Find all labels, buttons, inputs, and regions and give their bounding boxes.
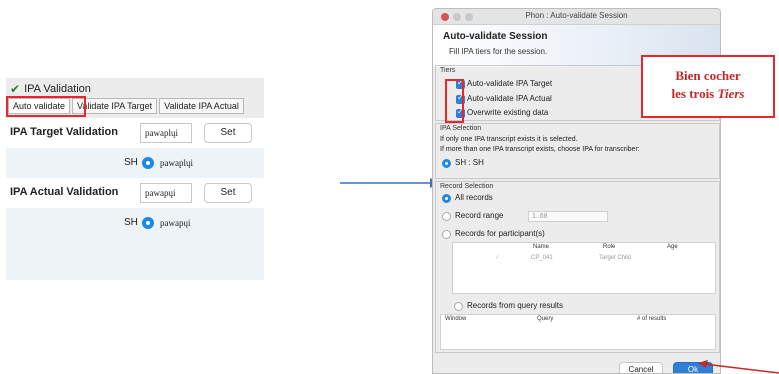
ipa-selection-line1: If only one IPA transcript exists it is …: [440, 136, 578, 143]
tiers-checkbox-highlight: [445, 79, 464, 123]
ok-pointer-arrow-icon: [698, 360, 779, 374]
ipa-selection-line2: If more than one IPA transcript exists, …: [440, 146, 640, 153]
transcriber-label: SH : SH: [455, 158, 484, 167]
participant-row-role: Target Child: [599, 255, 632, 261]
ipa-target-choice: pawaplųi: [160, 158, 193, 168]
record-selection-section: Record Selection All records Record rang…: [435, 181, 720, 353]
participants-col-role: Role: [603, 244, 616, 250]
query-results-radio[interactable]: [454, 302, 463, 311]
query-col-results: # of results: [637, 316, 667, 322]
dialog-titlebar: Phon : Auto-validate Session: [433, 9, 720, 25]
dialog-title: Auto-validate Session: [443, 31, 548, 42]
ipa-actual-field[interactable]: pawapųi: [140, 183, 192, 203]
ipa-validation-header[interactable]: ✔ IPA Validation: [10, 81, 91, 97]
ipa-target-field[interactable]: pawaplųi: [140, 123, 192, 143]
ipa-validation-panel: ✔ IPA Validation Auto validate Validate …: [6, 78, 264, 280]
participant-row-check-icon[interactable]: ✓: [495, 254, 500, 261]
record-range-label: Record range: [455, 211, 504, 220]
ipa-actual-label: IPA Actual Validation: [10, 186, 119, 198]
dialog-subtitle: Fill IPA tiers for the session.: [449, 47, 548, 56]
ipa-validation-title: IPA Validation: [24, 83, 91, 95]
ipa-actual-row: IPA Actual Validation pawapųi Set: [6, 178, 264, 208]
record-selection-heading: Record Selection: [440, 183, 494, 190]
note-line1: Bien cocher: [675, 68, 741, 83]
ipa-target-label: IPA Target Validation: [10, 126, 118, 138]
flow-arrow-icon: [340, 178, 440, 188]
note-line2: les trois Tiers: [643, 85, 773, 103]
ipa-actual-choice-row: SH pawapųi: [6, 208, 264, 238]
auto-validate-target-label: Auto-validate IPA Target: [467, 79, 553, 88]
window-title: Phon : Auto-validate Session: [525, 11, 628, 20]
ipa-target-speaker: SH: [124, 157, 138, 168]
participants-table: Name Role Age ✓ CP_041 Target Child: [452, 242, 716, 294]
auto-validate-highlight: [6, 96, 86, 117]
ipa-actual-radio[interactable]: [142, 217, 154, 229]
all-records-radio[interactable]: [442, 194, 451, 203]
cancel-button[interactable]: Cancel: [619, 362, 663, 373]
ipa-selection-section: IPA Selection If only one IPA transcript…: [435, 123, 720, 179]
note-line2-text: les trois: [671, 86, 715, 101]
query-results-table: Window Query # of results: [440, 314, 716, 350]
ipa-target-radio[interactable]: [142, 157, 154, 169]
transcriber-radio[interactable]: [442, 159, 451, 168]
record-range-radio[interactable]: [442, 212, 451, 221]
participants-radio[interactable]: [442, 230, 451, 239]
participant-row-name: CP_041: [531, 255, 553, 261]
participants-col-age: Age: [667, 244, 678, 250]
record-range-input[interactable]: 1..68: [528, 211, 608, 222]
checkmark-icon: ✔: [10, 82, 21, 96]
participants-label: Records for participant(s): [455, 229, 545, 238]
ipa-actual-speaker: SH: [124, 217, 138, 228]
overwrite-data-label: Overwrite existing data: [467, 108, 549, 117]
tab-validate-ipa-actual[interactable]: Validate IPA Actual: [159, 98, 244, 114]
all-records-label: All records: [455, 193, 493, 202]
ipa-actual-set-button[interactable]: Set: [204, 183, 252, 203]
instruction-note: Bien cocher les trois Tiers: [641, 55, 775, 118]
ipa-actual-choice: pawapųi: [160, 218, 191, 228]
query-col-window: Window: [445, 316, 467, 322]
ipa-selection-heading: IPA Selection: [440, 125, 482, 132]
auto-validate-actual-label: Auto-validate IPA Actual: [467, 94, 552, 103]
tiers-heading: Tiers: [440, 67, 456, 74]
validation-body: IPA Target Validation pawaplųi Set SH pa…: [6, 118, 264, 280]
query-col-query: Query: [537, 316, 554, 322]
ipa-target-row: IPA Target Validation pawaplųi Set: [6, 118, 264, 148]
ipa-target-set-button[interactable]: Set: [204, 123, 252, 143]
note-emphasis: Tiers: [717, 86, 745, 101]
participants-col-name: Name: [533, 244, 550, 250]
ipa-target-choice-row: SH pawaplųi: [6, 148, 264, 178]
query-results-label: Records from query results: [467, 301, 564, 310]
